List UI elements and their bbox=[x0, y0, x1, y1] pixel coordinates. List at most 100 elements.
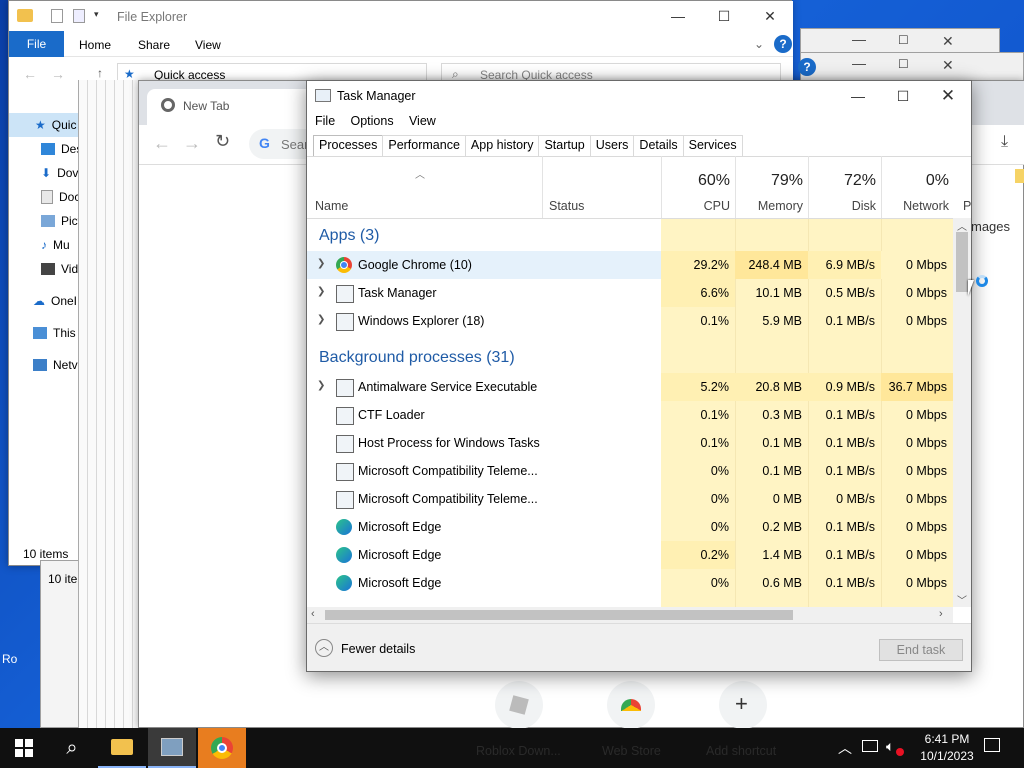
chrome-tab[interactable]: New Tab bbox=[147, 89, 317, 125]
fe-close-icon[interactable]: ✕ bbox=[747, 1, 793, 31]
ghost-minimize-icon-2[interactable]: — bbox=[852, 55, 866, 71]
table-row[interactable]: ❯ Google Chrome (10) 29.2% 248.4 MB 6.9 … bbox=[307, 251, 953, 279]
taskbar-task-manager[interactable] bbox=[148, 728, 196, 768]
ghost-close-icon-2[interactable]: ✕ bbox=[942, 57, 954, 74]
start-button[interactable] bbox=[0, 728, 48, 768]
fe-minimize-icon[interactable]: — bbox=[655, 1, 701, 31]
chrome-apps-icon[interactable] bbox=[1015, 169, 1024, 183]
nav-item-music[interactable]: ♪ Mu bbox=[41, 238, 70, 252]
network-icon[interactable] bbox=[862, 740, 878, 752]
shortcut-add[interactable]: + bbox=[719, 681, 767, 729]
table-row[interactable]: Microsoft Edge 0.2% 1.4 MB 0.1 MB/s 0 Mb… bbox=[307, 541, 953, 569]
tm-minimize-icon[interactable]: — bbox=[835, 81, 881, 111]
table-row[interactable]: ❯ Windows Explorer (18) 0.1% 5.9 MB 0.1 … bbox=[307, 307, 953, 335]
table-row[interactable]: Microsoft Edge 0% 0.2 MB 0.1 MB/s 0 Mbps bbox=[307, 513, 953, 541]
properties-icon[interactable] bbox=[51, 9, 63, 23]
ribbon-tab-share[interactable]: Share bbox=[138, 38, 170, 52]
clock-time[interactable]: 6:41 PM bbox=[917, 732, 977, 746]
fewer-details-link[interactable]: Fewer details bbox=[341, 642, 415, 656]
tab-app-history[interactable]: App history bbox=[464, 135, 540, 156]
nav-item-network[interactable]: Netv bbox=[33, 358, 78, 372]
chrome-images-link[interactable]: mages bbox=[971, 219, 1010, 234]
tm-maximize-icon[interactable]: ☐ bbox=[880, 81, 926, 111]
nav-item-documents[interactable]: Doc bbox=[41, 190, 80, 204]
forward-arrow-icon[interactable]: → bbox=[51, 66, 65, 82]
chrome-back-icon[interactable]: ← bbox=[153, 133, 171, 154]
scroll-right-icon[interactable]: › bbox=[939, 608, 943, 620]
volume-muted-icon[interactable]: 🔈︎ bbox=[886, 738, 894, 755]
table-row[interactable]: CTF Loader 0.1% 0.3 MB 0.1 MB/s 0 Mbps bbox=[307, 401, 953, 429]
menu-view[interactable]: View bbox=[409, 114, 436, 128]
tab-startup[interactable]: Startup bbox=[538, 135, 591, 156]
col-cpu-header[interactable]: 60% CPU bbox=[661, 156, 736, 218]
ghost-maximize-icon-2[interactable]: ☐ bbox=[898, 57, 909, 71]
expand-chevron-icon[interactable]: ❯ bbox=[317, 380, 325, 391]
scroll-up-icon[interactable]: ︿ bbox=[957, 218, 967, 233]
col-name[interactable]: Name bbox=[315, 199, 348, 213]
shortcut-roblox[interactable] bbox=[495, 681, 543, 729]
tab-users[interactable]: Users bbox=[589, 135, 635, 156]
chrome-reload-icon[interactable]: ↻ bbox=[215, 131, 230, 152]
nav-item-this-pc[interactable]: This bbox=[33, 326, 76, 340]
nav-item-quick-access[interactable]: ★ Quic bbox=[35, 118, 76, 132]
scroll-thumb[interactable] bbox=[956, 232, 968, 292]
hscroll-thumb[interactable] bbox=[325, 610, 793, 620]
nav-item-videos[interactable]: Vid bbox=[41, 262, 78, 276]
table-row[interactable]: ❯ Antimalware Service Executable 5.2% 20… bbox=[307, 373, 953, 401]
chrome-omnibox[interactable]: G Sear bbox=[249, 129, 309, 159]
scroll-down-icon[interactable]: ﹀ bbox=[957, 592, 967, 607]
end-task-button[interactable]: End task bbox=[879, 639, 963, 661]
new-folder-icon[interactable] bbox=[73, 9, 85, 23]
chrome-download-icon[interactable]: ⤓ bbox=[1001, 133, 1008, 151]
nav-item-onedrive[interactable]: ☁ OneI bbox=[33, 294, 77, 308]
taskbar-file-explorer[interactable] bbox=[98, 728, 146, 768]
qat-dropdown-icon[interactable]: ▾ bbox=[94, 9, 99, 20]
ribbon-tab-file[interactable]: File bbox=[9, 31, 64, 57]
col-memory-header[interactable]: 79% Memory bbox=[735, 156, 809, 218]
tab-performance[interactable]: Performance bbox=[382, 135, 466, 156]
taskbar-search-button[interactable]: ⌕ bbox=[48, 728, 96, 768]
tab-services[interactable]: Services bbox=[682, 135, 743, 156]
fe-help-icon[interactable]: ? bbox=[774, 35, 792, 53]
notification-icon[interactable] bbox=[984, 738, 1000, 752]
ghost-maximize-icon[interactable]: ☐ bbox=[898, 33, 909, 47]
col-disk-header[interactable]: 72% Disk bbox=[808, 156, 882, 218]
shortcut-webstore[interactable] bbox=[607, 681, 655, 729]
nav-item-downloads[interactable]: ⬇ Dov bbox=[41, 166, 78, 180]
back-arrow-icon[interactable]: ← bbox=[23, 66, 37, 82]
tab-processes[interactable]: Processes bbox=[313, 135, 384, 156]
help-icon[interactable]: ? bbox=[798, 58, 816, 76]
tm-close-icon[interactable]: ✕ bbox=[925, 81, 971, 111]
menu-file[interactable]: File bbox=[315, 114, 335, 128]
col-network-header[interactable]: 0% Network bbox=[881, 156, 955, 218]
expand-chevron-icon[interactable]: ❯ bbox=[317, 314, 325, 325]
tab-details[interactable]: Details bbox=[633, 135, 684, 156]
chrome-forward-icon[interactable]: → bbox=[183, 133, 201, 154]
scroll-left-icon[interactable]: ‹ bbox=[311, 608, 315, 620]
table-row[interactable]: Microsoft Edge 0% 0.6 MB 0.1 MB/s 0 Mbps bbox=[307, 569, 953, 597]
col-power-partial[interactable]: P bbox=[963, 199, 971, 213]
tray-overflow-icon[interactable]: ︿ bbox=[838, 738, 852, 758]
fe-maximize-icon[interactable]: ☐ bbox=[701, 1, 747, 31]
up-arrow-icon[interactable]: ↑ bbox=[97, 66, 103, 80]
vertical-scrollbar[interactable]: ︿ ﹀ bbox=[953, 218, 971, 607]
desktop-icon-label[interactable]: Ro bbox=[2, 652, 17, 666]
nav-item-desktop[interactable]: Des bbox=[41, 142, 82, 156]
ghost-minimize-icon[interactable]: — bbox=[852, 31, 866, 47]
table-row[interactable]: ❯ Task Manager 6.6% 10.1 MB 0.5 MB/s 0 M… bbox=[307, 279, 953, 307]
nav-item-pictures[interactable]: Pict bbox=[41, 214, 81, 228]
horizontal-scrollbar[interactable]: ‹ › bbox=[307, 607, 953, 623]
clock-date[interactable]: 10/1/2023 bbox=[912, 749, 982, 763]
fewer-details-icon[interactable]: ︿ bbox=[315, 639, 333, 657]
ghost-close-icon[interactable]: ✕ bbox=[942, 33, 954, 50]
expand-chevron-icon[interactable]: ❯ bbox=[317, 258, 325, 269]
taskbar-chrome[interactable] bbox=[198, 728, 246, 768]
table-row[interactable]: Microsoft Compatibility Teleme... 0% 0 M… bbox=[307, 485, 953, 513]
col-status-header[interactable]: Status bbox=[542, 156, 662, 218]
ribbon-expand-icon[interactable]: ⌄ bbox=[754, 37, 764, 51]
table-row[interactable]: Microsoft Compatibility Teleme... 0% 0.1… bbox=[307, 457, 953, 485]
ribbon-tab-home[interactable]: Home bbox=[79, 38, 111, 52]
ribbon-tab-view[interactable]: View bbox=[195, 38, 221, 52]
table-row[interactable]: Host Process for Windows Tasks 0.1% 0.1 … bbox=[307, 429, 953, 457]
expand-chevron-icon[interactable]: ❯ bbox=[317, 286, 325, 297]
